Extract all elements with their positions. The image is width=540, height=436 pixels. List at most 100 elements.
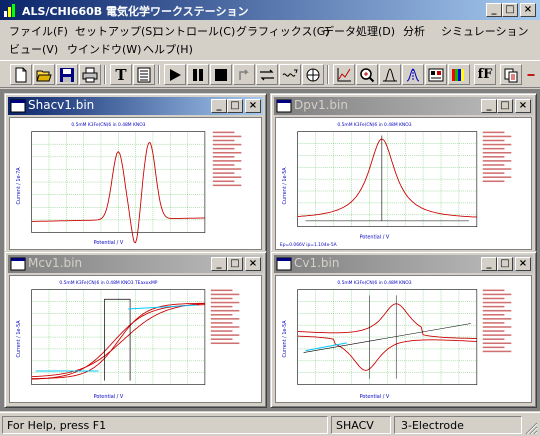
close-button[interactable]: × [520,3,536,17]
menu-simulation[interactable]: シミュレーション [438,22,532,40]
window-cv1[interactable]: Cv1.bin _ □ × 0.5mM K3Fe(CN)6 in 0.48M K… [270,251,537,408]
info-text-line [210,293,240,296]
window-title: Shacv1.bin [28,98,95,112]
y-axis-label: Current / 1e-5A [282,167,288,205]
window-minimize-button[interactable]: _ [481,257,497,271]
window-maximize-button[interactable]: □ [227,99,243,113]
save-icon[interactable] [56,64,78,85]
info-text-line [212,131,235,134]
open-icon[interactable] [33,64,55,85]
info-text-line [482,309,512,312]
info-text-line [212,172,235,174]
print-icon[interactable] [79,64,101,85]
window-maximize-button[interactable]: □ [497,257,513,271]
present-data-plot-icon[interactable] [333,64,355,85]
menu-file[interactable]: ファイル(F) [6,22,71,40]
window-maximize-button[interactable]: □ [227,257,243,271]
app-title-bar[interactable]: ALS/CHI660B 電気化学ワークステーション _ □ × [0,0,540,20]
window-title: Cv1.bin [294,256,340,270]
run-icon[interactable] [164,64,186,85]
info-text-line [482,176,512,178]
menu-graphics[interactable]: グラフィックス(G) [233,22,333,40]
document-icon [276,257,292,271]
window-minimize-button[interactable]: _ [481,99,497,113]
cell-control-icon[interactable] [302,64,324,85]
info-text-line [482,135,512,138]
info-text-line [210,330,233,332]
info-text-line [482,156,505,158]
resize-grip-icon[interactable] [524,421,538,435]
window-minimize-button[interactable]: _ [211,257,227,271]
window-close-button[interactable]: × [245,99,261,113]
window-mcv1-titlebar[interactable]: Mcv1.bin _ □ × [8,255,263,273]
pause-icon[interactable] [187,64,209,85]
window-cv1-titlebar[interactable]: Cv1.bin _ □ × [274,255,533,273]
ir-comp-icon[interactable] [256,64,278,85]
info-text-line [482,326,512,328]
window-close-button[interactable]: × [515,257,531,271]
info-text-line [210,297,233,300]
chart[interactable]: 0.5mM K3Fe(CN)6 in 0.48M KNO3 Potential … [276,118,531,249]
menu-setup[interactable]: セットアップ(S) [72,22,160,40]
stop-icon[interactable] [210,64,232,85]
window-close-button[interactable]: × [515,99,531,113]
info-text-line [210,313,233,316]
info-text-line [212,184,242,187]
color-icon[interactable] [448,64,470,85]
menu-view[interactable]: ビュー(V) [6,40,61,58]
window-dpv1[interactable]: Dpv1.bin _ □ × 0.5mM K3Fe(CN)6 in 0.48M … [270,93,537,255]
x-axis-label: Potential / V [94,394,124,400]
window-shacv1-titlebar[interactable]: Shacv1.bin _ □ × [8,97,263,115]
plot-area[interactable]: 0.5mM K3Fe(CN)6 in 0.48M KNO3 Potential … [275,275,532,403]
status-bar: For Help, press F1 SHACV 3-Electrode [0,412,540,436]
plot-area[interactable]: 0.5mM K3Fe(CN)6 in 0.48M KNO3 Potential … [275,117,532,250]
info-text-line [210,342,240,345]
menu-window[interactable]: ウインドウ(W) [64,40,144,58]
info-text-line [482,293,512,296]
peak-definition-icon[interactable] [402,64,424,85]
window-maximize-button[interactable]: □ [497,99,513,113]
maximize-button[interactable]: □ [502,3,518,17]
chart[interactable]: 0.5mM K3Fe(CN)6 in 0.48M KNO3 Potential … [276,276,531,402]
filter-icon[interactable] [279,64,301,85]
info-text-line [482,301,512,304]
info-text-line [212,176,242,178]
window-dpv1-titlebar[interactable]: Dpv1.bin _ □ × [274,97,533,115]
info-text-line [212,168,242,170]
toolbar-overflow-icon[interactable] [524,64,538,85]
info-text-line [482,313,505,316]
graph-options-icon[interactable] [425,64,447,85]
plot-area[interactable]: 0.5mM K3Fe(CN)6 in 0.48M KNO3 TEaxxxMP P… [9,275,262,403]
y-axis-label: Current / 1e-5A [16,320,22,358]
chart[interactable]: 0.5mM K3Fe(CN)6 in 0.48M KNO3 TEaxxxMP P… [10,276,261,402]
window-title: Mcv1.bin [28,256,83,270]
manual-result-icon[interactable] [379,64,401,85]
info-text-line [482,131,505,134]
menu-analysis[interactable]: 分析 [400,22,428,40]
menu-help[interactable]: ヘルプ(H) [140,40,196,58]
info-text-line [482,160,512,162]
x-axis-label: Potential / V [360,234,390,240]
window-shacv1[interactable]: Shacv1.bin _ □ × 0.5mM K3Fe(CN)6 in 0.48… [4,93,267,255]
font-icon[interactable]: fF [474,64,496,85]
plot-area[interactable]: 0.5mM K3Fe(CN)6 in 0.48M KNO3 Potential … [9,117,262,250]
menu-data-processing[interactable]: データ処理(D) [320,22,398,40]
info-text-line [482,330,505,332]
zoom-icon[interactable] [356,64,378,85]
copy-icon[interactable] [500,64,522,85]
window-title: Dpv1.bin [294,98,348,112]
window-close-button[interactable]: × [245,257,261,271]
parameters-icon[interactable] [133,64,155,85]
minimize-button[interactable]: _ [486,3,502,17]
technique-icon[interactable]: T [110,64,132,85]
window-minimize-button[interactable]: _ [211,99,227,113]
info-text-line [482,322,505,324]
window-mcv1[interactable]: Mcv1.bin _ □ × 0.5mM K3Fe(CN)6 in 0.48M … [4,251,267,408]
menu-bar: ファイル(F) セットアップ(S) コントロール(C) グラフィックス(G) デ… [0,20,540,60]
info-text-line [482,338,505,340]
info-text-line [482,289,505,292]
reverse-scan-icon[interactable] [233,64,255,85]
menu-control[interactable]: コントロール(C) [150,22,238,40]
chart[interactable]: 0.5mM K3Fe(CN)6 in 0.48M KNO3 Potential … [10,118,261,249]
new-icon[interactable] [10,64,32,85]
